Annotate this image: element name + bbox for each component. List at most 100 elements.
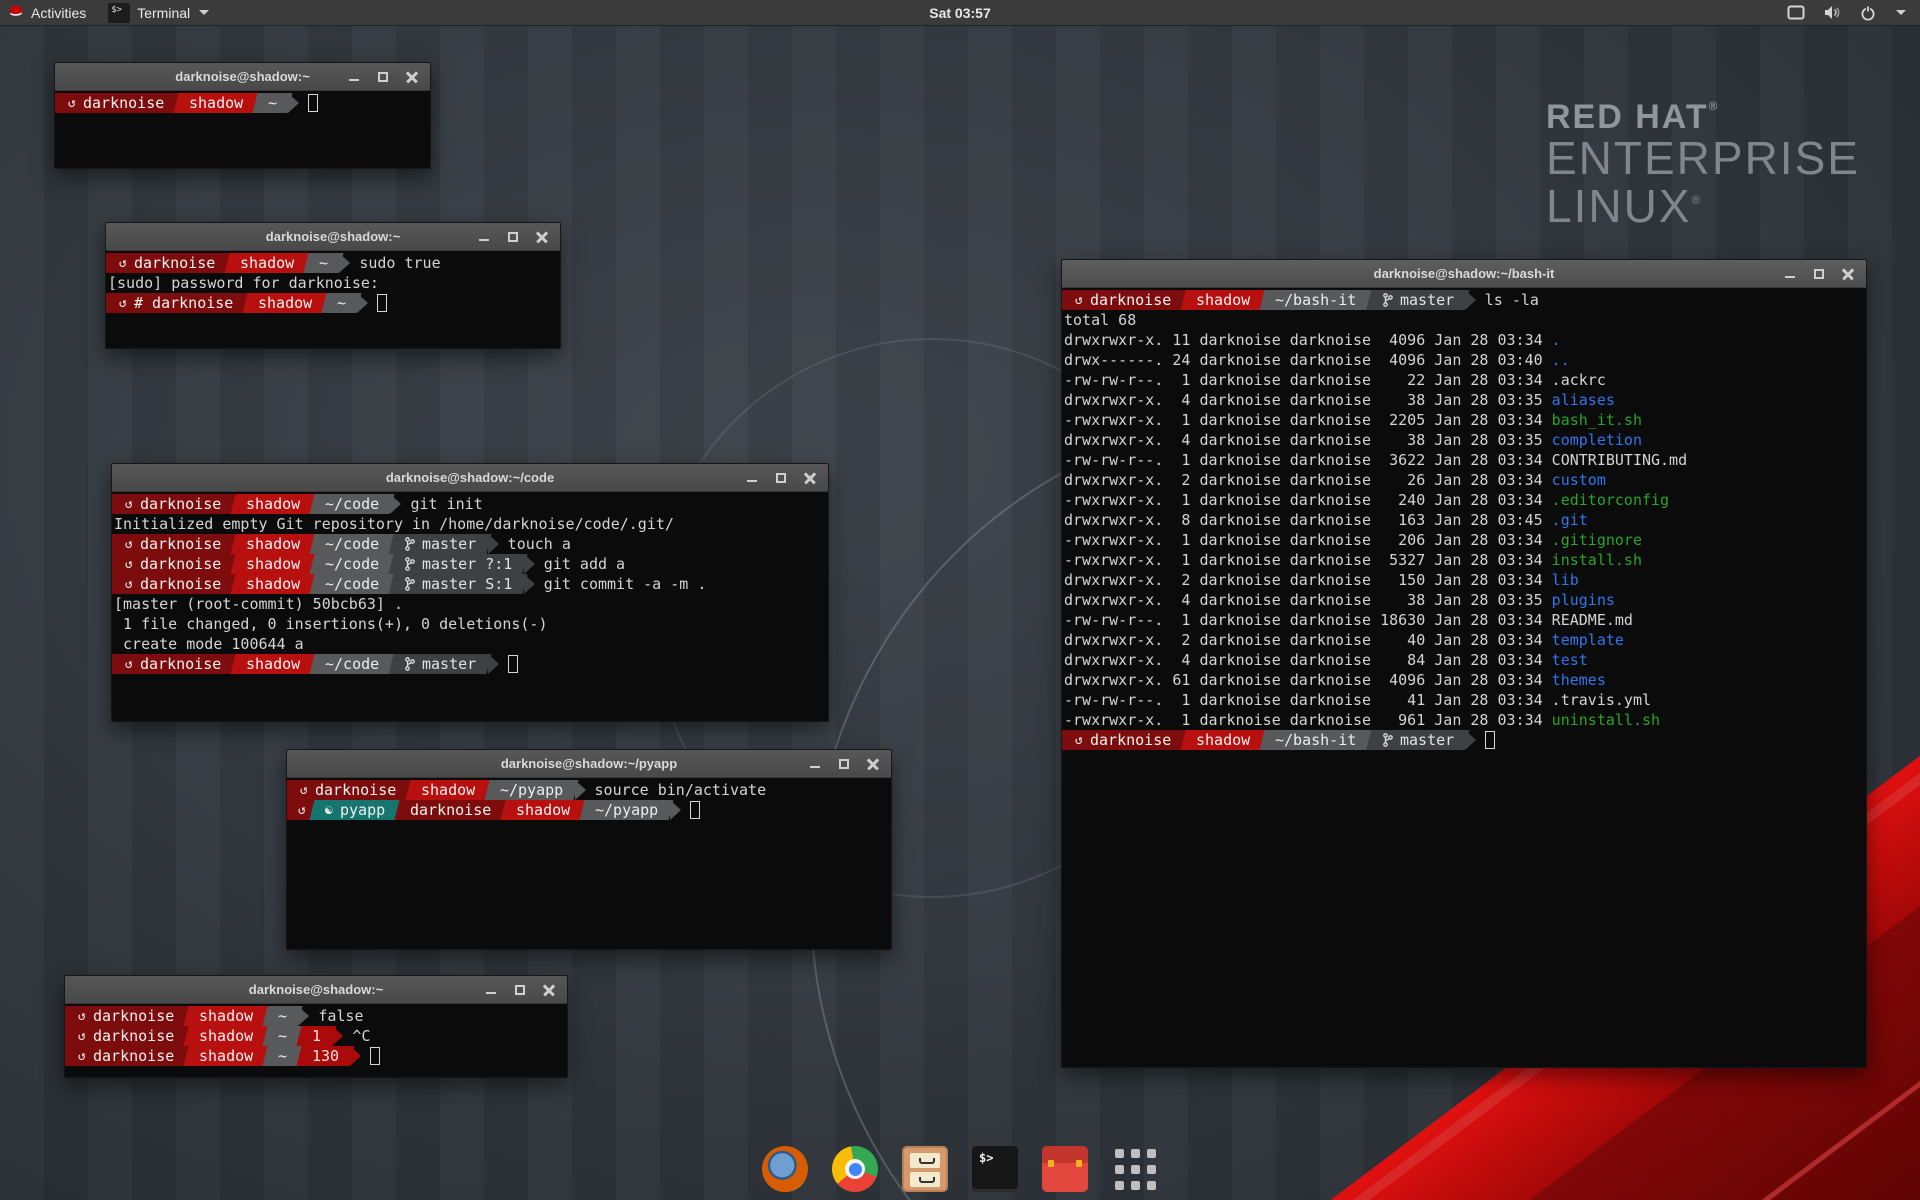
maximize-button[interactable] <box>838 758 850 770</box>
terminal-content[interactable]: ↺darknoiseshadow~/bash-itmasterls -latot… <box>1062 288 1866 1067</box>
maximize-button[interactable] <box>1813 268 1825 280</box>
terminal-launcher-icon[interactable]: $> <box>972 1146 1018 1192</box>
terminal-text: [sudo] password for darknoise: <box>108 274 379 292</box>
clock[interactable]: Sat 03:57 <box>0 5 1920 21</box>
chrome-icon[interactable] <box>832 1146 878 1192</box>
close-button[interactable] <box>867 758 879 770</box>
titlebar[interactable]: darknoise@shadow:~ <box>55 63 430 91</box>
app-indicator-terminal[interactable]: $> Terminal <box>98 0 219 25</box>
titlebar[interactable]: darknoise@shadow:~ <box>65 976 567 1004</box>
segment-text: ~/pyapp <box>500 781 563 799</box>
prompt-segment-user: ↺darknoise <box>112 574 237 594</box>
minimize-button[interactable] <box>348 71 360 83</box>
minimize-button[interactable] <box>485 984 497 996</box>
terminal-content[interactable]: ↺darknoiseshadow~false ↺darknoiseshadow~1… <box>65 1004 567 1077</box>
prompt-segment-git: master <box>389 534 492 554</box>
system-menu-chevron-icon[interactable] <box>1896 10 1906 15</box>
terminal-line: drwxrwxr-x. 2 darknoise darknoise 40 Jan… <box>1064 630 1866 650</box>
segment-text: ~ <box>319 254 328 272</box>
prompt-history-icon: ↺ <box>125 578 133 591</box>
titlebar[interactable]: darknoise@shadow:~ <box>106 223 560 251</box>
titlebar[interactable]: darknoise@shadow:~/pyapp <box>287 750 891 778</box>
prompt-segment-git: master <box>1366 290 1469 310</box>
terminal-line: drwxrwxr-x. 4 darknoise darknoise 38 Jan… <box>1064 390 1866 410</box>
terminal-line: -rwxrwxr-x. 1 darknoise darknoise 240 Ja… <box>1064 490 1866 510</box>
toolbox-icon[interactable] <box>1042 1146 1088 1192</box>
close-button[interactable] <box>536 231 548 243</box>
close-button[interactable] <box>406 71 418 83</box>
terminal-text: test <box>1552 651 1588 669</box>
terminal-line: ↺darknoiseshadow~/bash-itmaster <box>1064 730 1866 750</box>
terminal-line: ↺darknoiseshadow~/codegit init <box>114 494 828 514</box>
file-manager-icon[interactable] <box>902 1146 948 1192</box>
prompt-segment-path: ~ <box>263 1006 303 1026</box>
close-button[interactable] <box>804 472 816 484</box>
terminal-line: drwxrwxr-x. 2 darknoise darknoise 26 Jan… <box>1064 470 1866 490</box>
maximize-button[interactable] <box>775 472 787 484</box>
minimize-button[interactable] <box>478 231 490 243</box>
segment-text: pyapp <box>340 801 385 819</box>
firefox-icon[interactable] <box>762 1146 808 1192</box>
volume-icon[interactable] <box>1823 5 1842 20</box>
terminal-text: uninstall.sh <box>1552 711 1660 729</box>
display-icon[interactable] <box>1787 5 1805 20</box>
segment-text: shadow <box>1196 731 1250 749</box>
prompt-segment-user: ↺darknoise <box>1062 290 1187 310</box>
power-icon[interactable] <box>1860 5 1876 21</box>
segment-text: ~/code <box>325 575 379 593</box>
prompt-segment-path: ~/bash-it <box>1260 730 1372 750</box>
chevron-down-icon <box>199 10 209 15</box>
minimize-button[interactable] <box>809 758 821 770</box>
prompt-segment-host: shadow <box>174 93 259 113</box>
close-button[interactable] <box>543 984 555 996</box>
terminal-line: -rwxrwxr-x. 1 darknoise darknoise 5327 J… <box>1064 550 1866 570</box>
terminal-text: ls -la <box>1485 291 1539 309</box>
prompt-segment-user: ↺# darknoise <box>106 293 249 313</box>
prompt-segment-path: ~/code <box>310 494 395 514</box>
terminal-text: drwxrwxr-x. 4 darknoise darknoise 38 Jan… <box>1064 431 1552 449</box>
prompt-segment-user: ↺darknoise <box>112 554 237 574</box>
terminal-text: drwxrwxr-x. 4 darknoise darknoise 38 Jan… <box>1064 591 1552 609</box>
maximize-button[interactable] <box>514 984 526 996</box>
prompt-segment-exit: 130 <box>297 1046 355 1066</box>
git-branch-icon <box>404 557 415 571</box>
segment-text: shadow <box>246 535 300 553</box>
terminal-text: Initialized empty Git repository in /hom… <box>114 515 674 533</box>
window-controls <box>746 472 828 484</box>
maximize-button[interactable] <box>507 231 519 243</box>
terminal-line: ↺darknoiseshadow~false <box>67 1006 567 1026</box>
app-grid-icon[interactable] <box>1112 1146 1158 1192</box>
terminal-text: drwxrwxr-x. 2 darknoise darknoise 26 Jan… <box>1064 471 1552 489</box>
activities-button[interactable]: Activities <box>0 0 98 25</box>
prompt-history-icon: ↺ <box>1075 734 1083 747</box>
minimize-button[interactable] <box>746 472 758 484</box>
terminal-content[interactable]: ↺darknoiseshadow~/codegit initInitialize… <box>112 492 828 721</box>
segment-text: shadow <box>246 575 300 593</box>
maximize-button[interactable] <box>377 71 389 83</box>
activities-label: Activities <box>31 5 86 21</box>
prompt-history-icon: ↺ <box>78 1030 86 1043</box>
close-button[interactable] <box>1842 268 1854 280</box>
terminal-content[interactable]: ↺darknoiseshadow~sudo true[sudo] passwor… <box>106 251 560 348</box>
titlebar[interactable]: darknoise@shadow:~/bash-it <box>1062 260 1866 288</box>
terminal-line: drwx------. 24 darknoise darknoise 4096 … <box>1064 350 1866 370</box>
prompt-segment-path: ~ <box>322 293 362 313</box>
terminal-text: -rwxrwxr-x. 1 darknoise darknoise 961 Ja… <box>1064 711 1552 729</box>
segment-text: master <box>1400 731 1454 749</box>
terminal-content[interactable]: ↺darknoiseshadow~/pyappsource bin/activa… <box>287 778 891 949</box>
titlebar[interactable]: darknoise@shadow:~/code <box>112 464 828 492</box>
segment-text: 130 <box>312 1047 339 1065</box>
segment-text: shadow <box>421 781 475 799</box>
prompt-segment-host: shadow <box>231 554 316 574</box>
prompt-segment-user: ↺darknoise <box>65 1026 190 1046</box>
terminal-text: .. <box>1552 351 1570 369</box>
git-branch-icon <box>404 537 415 551</box>
segment-text: master ?:1 <box>422 555 512 573</box>
terminal-line: ↺darknoiseshadow~130 <box>67 1046 567 1066</box>
segment-text: shadow <box>516 801 570 819</box>
terminal-content[interactable]: ↺darknoiseshadow~ <box>55 91 430 168</box>
prompt-history-icon: ↺ <box>125 538 133 551</box>
segment-text: ~ <box>278 1027 287 1045</box>
minimize-button[interactable] <box>1784 268 1796 280</box>
terminal-line: [sudo] password for darknoise: <box>108 273 560 293</box>
